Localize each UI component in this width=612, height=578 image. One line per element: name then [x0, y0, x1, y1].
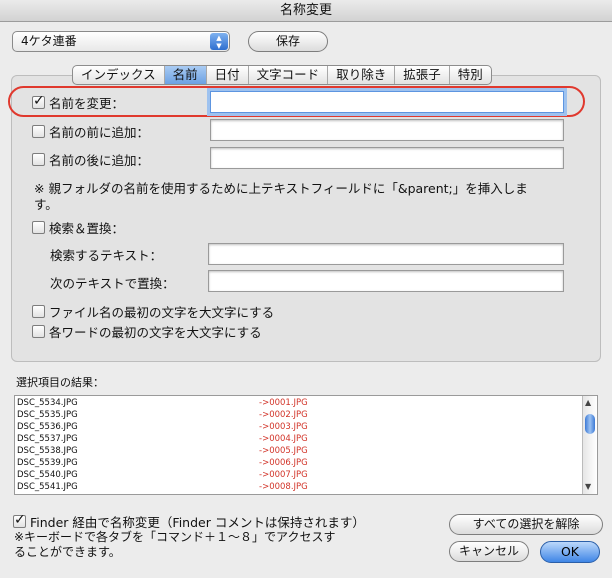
window-title: 名称変更 — [0, 0, 612, 22]
old-filename: DSC_5537.JPG — [17, 434, 78, 444]
old-filename: DSC_5535.JPG — [17, 410, 78, 420]
list-item: DSC_5537.JPG ->0004.JPG — [15, 434, 583, 445]
capitalize-word-row: 各ワードの最初の文字を大文字にする — [32, 322, 262, 341]
replace-text-field[interactable] — [208, 270, 564, 292]
list-item: DSC_5538.JPG ->0005.JPG — [15, 446, 583, 457]
capitalize-word-checkbox[interactable] — [32, 325, 45, 338]
prepend-row: 名前の前に追加： — [32, 122, 149, 141]
tab-date[interactable]: 日付 — [207, 66, 249, 84]
new-filename: ->0002.JPG — [259, 410, 308, 420]
new-filename: ->0005.JPG — [259, 446, 308, 456]
cancel-button[interactable]: キャンセル — [449, 541, 529, 562]
search-replace-checkbox[interactable] — [32, 221, 45, 234]
tab-char-code[interactable]: 文字コード — [249, 66, 329, 84]
capitalize-file-label: ファイル名の最初の文字を大文字にする — [49, 305, 275, 320]
search-text-field[interactable] — [208, 243, 564, 265]
old-filename: DSC_5541.JPG — [17, 482, 78, 492]
prepend-checkbox[interactable] — [32, 125, 45, 138]
prepend-field[interactable] — [210, 119, 564, 141]
new-filename: ->0007.JPG — [259, 470, 308, 480]
save-button[interactable]: 保存 — [248, 31, 328, 52]
list-item: DSC_5539.JPG ->0006.JPG — [15, 458, 583, 469]
old-filename: DSC_5538.JPG — [17, 446, 78, 456]
keyboard-hint: ※キーボードで各タブを「コマンド＋１〜８」でアクセスす ることができます。 — [14, 530, 336, 559]
old-filename: DSC_5536.JPG — [17, 422, 78, 432]
scroll-thumb[interactable] — [585, 414, 595, 434]
search-replace-row: 検索＆置換： — [32, 218, 124, 237]
search-replace-label: 検索＆置換： — [49, 221, 125, 236]
list-item: DSC_5540.JPG ->0007.JPG — [15, 470, 583, 481]
preset-popup[interactable]: 4ケタ連番 ▲ ▼ — [12, 31, 230, 52]
clear-all-button[interactable]: すべての選択を解除 — [449, 514, 603, 535]
scroll-down-icon[interactable]: ▼ — [585, 482, 591, 491]
replace-text-label: 次のテキストで置換： — [50, 276, 175, 291]
finder-rename-checkbox[interactable] — [13, 512, 26, 528]
list-item: DSC_5535.JPG ->0002.JPG — [15, 410, 583, 421]
append-row: 名前の後に追加： — [32, 150, 149, 169]
results-list[interactable]: DSC_5534.JPG ->0001.JPG DSC_5535.JPG ->0… — [14, 395, 598, 495]
old-filename: DSC_5539.JPG — [17, 458, 78, 468]
new-filename: ->0001.JPG — [259, 398, 308, 408]
tab-index[interactable]: インデックス — [73, 66, 165, 84]
capitalize-file-row: ファイル名の最初の文字を大文字にする — [32, 302, 274, 321]
preset-value: 4ケタ連番 — [21, 34, 77, 48]
change-name-field[interactable] — [210, 91, 564, 113]
popup-arrows-icon: ▲ ▼ — [210, 33, 228, 50]
tab-name[interactable]: 名前 — [164, 66, 207, 84]
new-filename: ->0008.JPG — [259, 482, 308, 492]
search-text-label: 検索するテキスト： — [50, 248, 163, 263]
finder-rename-label: Finder 経由で名称変更（Finder コメントは保持されます） — [30, 515, 365, 530]
list-item: DSC_5541.JPG ->0008.JPG — [15, 482, 583, 493]
results-label: 選択項目の結果： — [16, 376, 104, 389]
tab-extension[interactable]: 拡張子 — [395, 66, 450, 84]
append-label: 名前の後に追加： — [49, 153, 150, 168]
tab-remove[interactable]: 取り除き — [328, 66, 396, 84]
change-name-label: 名前を変更： — [49, 96, 125, 111]
old-filename: DSC_5534.JPG — [17, 398, 78, 408]
results-scrollbar[interactable]: ▲ ▼ — [582, 396, 597, 494]
ok-button[interactable]: OK — [540, 541, 600, 563]
list-item: DSC_5534.JPG ->0001.JPG — [15, 398, 583, 409]
finder-rename-row: Finder 経由で名称変更（Finder コメントは保持されます） — [13, 512, 365, 531]
change-name-row: 名前を変更： — [32, 93, 124, 112]
old-filename: DSC_5540.JPG — [17, 470, 78, 480]
tab-special[interactable]: 特別 — [450, 66, 491, 84]
change-name-checkbox[interactable] — [32, 93, 45, 109]
parent-note: ※ 親フォルダの名前を使用するために上テキストフィールドに「&parent;」を… — [34, 181, 528, 212]
tab-bar: インデックス 名前 日付 文字コード 取り除き 拡張子 特別 — [72, 65, 492, 85]
scroll-up-icon[interactable]: ▲ — [585, 398, 591, 407]
new-filename: ->0003.JPG — [259, 422, 308, 432]
append-field[interactable] — [210, 147, 564, 169]
list-item: DSC_5536.JPG ->0003.JPG — [15, 422, 583, 433]
new-filename: ->0006.JPG — [259, 458, 308, 468]
new-filename: ->0004.JPG — [259, 434, 308, 444]
capitalize-word-label: 各ワードの最初の文字を大文字にする — [49, 325, 262, 340]
prepend-label: 名前の前に追加： — [49, 125, 150, 140]
capitalize-file-checkbox[interactable] — [32, 305, 45, 318]
append-checkbox[interactable] — [32, 153, 45, 166]
